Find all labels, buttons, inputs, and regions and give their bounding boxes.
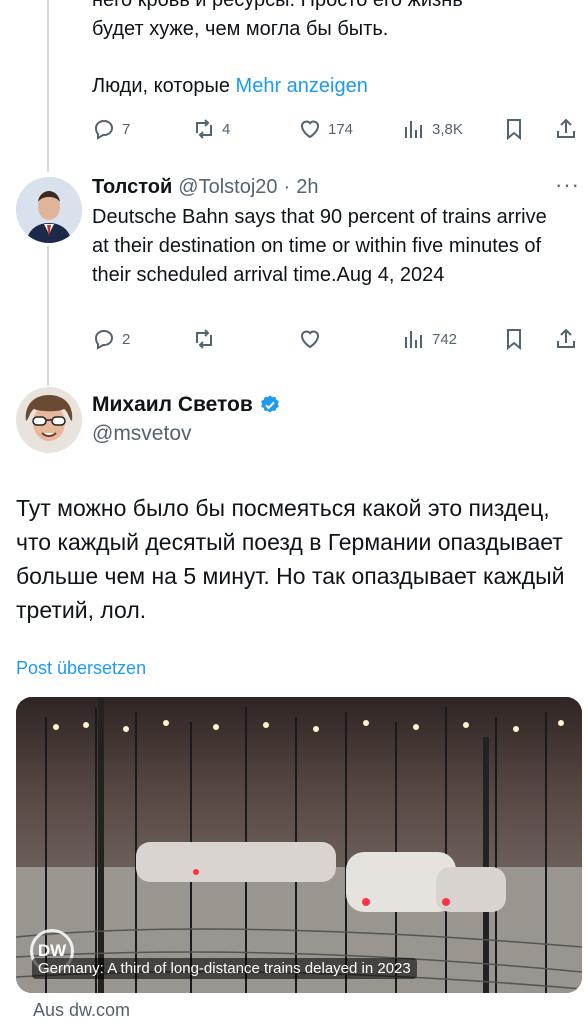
reply-button[interactable]: 7 — [92, 114, 130, 144]
verified-badge-icon — [259, 394, 281, 416]
reply-tweet-actions: 2 742 — [92, 324, 582, 354]
tweet-text-line: Люди, которые — [92, 75, 230, 97]
thread-line — [47, 0, 49, 172]
reply-count: 7 — [122, 120, 131, 138]
like-button[interactable]: 174 — [298, 114, 353, 144]
card-caption: Germany: A third of long-distance trains… — [32, 958, 417, 979]
views-count: 742 — [432, 330, 458, 348]
repost-button[interactable]: 4 — [192, 114, 230, 144]
author-handle[interactable]: @msvetov — [92, 422, 192, 446]
bookmark-icon — [507, 329, 521, 351]
timestamp[interactable]: 2h — [296, 176, 318, 199]
share-icon — [557, 328, 575, 348]
share-icon — [557, 118, 575, 138]
card-image — [16, 697, 582, 993]
views-icon — [405, 121, 422, 138]
bookmark-icon — [507, 119, 521, 141]
share-button[interactable] — [554, 324, 578, 354]
reply-count: 2 — [122, 330, 131, 348]
repost-icon — [196, 329, 212, 349]
translate-link[interactable]: Post übersetzen — [16, 658, 146, 679]
views-button[interactable]: 3,8K — [402, 114, 463, 144]
main-author-name-row: Михаил Светов — [92, 393, 281, 417]
reply-tweet-text: Deutsche Bahn says that 90 percent of tr… — [92, 206, 547, 286]
bookmark-button[interactable] — [502, 324, 526, 354]
avatar[interactable] — [16, 387, 82, 453]
dot-separator: · — [283, 176, 291, 198]
share-button[interactable] — [554, 114, 578, 144]
tweet-text-line: будет хуже, чем могла бы быть. — [92, 18, 389, 40]
like-count: 174 — [328, 120, 354, 138]
avatar-image — [16, 387, 82, 453]
author-name[interactable]: Толстой — [92, 176, 172, 199]
reply-icon — [94, 119, 114, 140]
heart-icon — [300, 120, 320, 139]
card-source[interactable]: Aus dw.com — [33, 1000, 130, 1021]
avatar[interactable] — [16, 177, 82, 243]
repost-button[interactable] — [192, 324, 216, 354]
thread-line — [47, 246, 49, 386]
reply-button[interactable]: 2 — [92, 324, 130, 354]
repost-count: 4 — [222, 120, 231, 138]
show-more-link[interactable]: Mehr anzeigen — [236, 75, 368, 97]
heart-icon — [300, 330, 320, 349]
author-name[interactable]: Михаил Светов — [92, 393, 253, 417]
top-tweet-actions: 7 4 174 3,8K — [92, 114, 582, 144]
author-handle[interactable]: @Tolstoj20 — [178, 176, 277, 199]
reply-icon — [94, 329, 114, 350]
main-tweet-text: Тут можно было бы посмеяться какой это п… — [16, 495, 565, 623]
views-icon — [405, 331, 422, 348]
like-button[interactable] — [298, 324, 322, 354]
bookmark-button[interactable] — [502, 114, 526, 144]
tweet-text-line: него кровь и ресурсы. Просто его жизнь — [92, 0, 463, 11]
more-options-icon[interactable]: ··· — [555, 172, 580, 198]
top-tweet-text: него кровь и ресурсы. Просто его жизнь б… — [92, 0, 562, 101]
views-button[interactable]: 742 — [402, 324, 457, 354]
views-count: 3,8K — [432, 120, 463, 138]
repost-icon — [196, 119, 212, 139]
avatar-image — [16, 177, 82, 243]
link-card[interactable]: DW Germany: A third of long-distance tra… — [16, 697, 582, 993]
reply-tweet-header: Толстой @Tolstoj20 · 2h — [92, 176, 318, 199]
